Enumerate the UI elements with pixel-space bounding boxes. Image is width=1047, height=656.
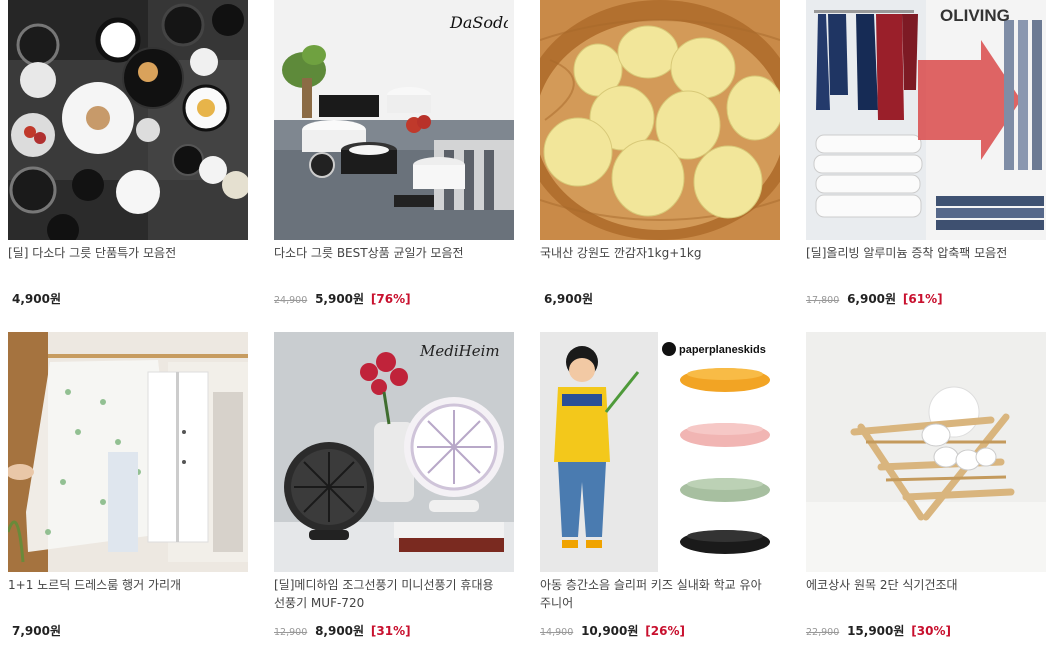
product-card[interactable]: OLIVING [딜]올리빙 알루미늄 증착 압축팩 모음전 17,800 6,… xyxy=(806,0,1046,306)
price-line: 4,900원 xyxy=(8,290,248,307)
paperplaneskids-logo: paperplaneskids xyxy=(662,342,766,356)
sale-price: 6,900원 xyxy=(544,292,593,306)
sale-price: 4,900원 xyxy=(12,292,61,306)
original-price: 12,900 xyxy=(274,627,308,638)
product-image[interactable] xyxy=(8,0,248,240)
original-price: 17,800 xyxy=(806,295,840,306)
discount-rate: [76%] xyxy=(370,292,411,306)
svg-text:OLIVING: OLIVING xyxy=(940,6,1010,25)
svg-text:paperplaneskids: paperplaneskids xyxy=(679,344,766,356)
product-card[interactable]: DaSoda 다소다 그릇 BEST상품 균일가 모음전 24,900 5,90… xyxy=(274,0,514,306)
product-image[interactable] xyxy=(8,332,248,572)
product-card[interactable]: paperplaneskids 아동 층간소음 슬리퍼 키즈 실내화 학교 유아… xyxy=(540,332,780,638)
product-image[interactable] xyxy=(806,332,1046,572)
original-price: 14,900 xyxy=(540,627,574,638)
product-card[interactable]: 국내산 강원도 깐감자1kg+1kg 6,900원 xyxy=(540,0,780,306)
product-card[interactable]: 에코상사 원목 2단 식기건조대 22,900 15,900원 [30%] xyxy=(806,332,1046,638)
product-title[interactable]: [딜] 다소다 그릇 단품특가 모음전 xyxy=(8,244,248,262)
product-title[interactable]: 국내산 강원도 깐감자1kg+1kg xyxy=(540,244,780,262)
sale-price: 5,900원 xyxy=(315,292,365,306)
sale-price: 6,900원 xyxy=(847,292,897,306)
price-line: 14,900 10,900원 [26%] xyxy=(540,622,780,639)
product-title[interactable]: [딜]올리빙 알루미늄 증착 압축팩 모음전 xyxy=(806,244,1046,262)
discount-rate: [30%] xyxy=(911,624,951,638)
product-card[interactable]: [딜] 다소다 그릇 단품특가 모음전 4,900원 xyxy=(8,0,248,306)
product-image[interactable]: DaSoda xyxy=(274,0,514,240)
product-card[interactable]: MediHeim [딜]메디하임 조그선풍기 미니선풍기 휴대용 선풍기 MUF… xyxy=(274,332,514,638)
price-line: 12,900 8,900원 [31%] xyxy=(274,622,514,639)
product-title[interactable]: 아동 층간소음 슬리퍼 키즈 실내화 학교 유아 주니어 xyxy=(540,576,780,612)
price-line: 22,900 15,900원 [30%] xyxy=(806,622,1046,639)
product-image[interactable]: OLIVING xyxy=(806,0,1046,240)
discount-rate: [31%] xyxy=(370,624,411,638)
price-line: 7,900원 xyxy=(8,622,248,639)
price-line: 17,800 6,900원 [61%] xyxy=(806,290,1046,307)
sale-price: 7,900원 xyxy=(12,624,61,638)
product-image[interactable]: MediHeim xyxy=(274,332,514,572)
product-card[interactable]: 1+1 노르딕 드레스룸 행거 가리개 7,900원 xyxy=(8,332,248,638)
discount-rate: [61%] xyxy=(902,292,943,306)
original-price: 22,900 xyxy=(806,627,840,638)
sale-price: 15,900원 xyxy=(847,624,905,638)
svg-text:MediHeim: MediHeim xyxy=(419,342,500,360)
oliving-logo: OLIVING xyxy=(940,6,1010,25)
sale-price: 10,900원 xyxy=(581,624,639,638)
price-line: 6,900원 xyxy=(540,290,780,307)
product-image[interactable] xyxy=(540,0,780,240)
product-title[interactable]: [딜]메디하임 조그선풍기 미니선풍기 휴대용 선풍기 MUF-720 xyxy=(274,576,514,612)
mediheim-logo: MediHeim xyxy=(419,342,500,360)
product-title[interactable]: 다소다 그릇 BEST상품 균일가 모음전 xyxy=(274,244,514,262)
sale-price: 8,900원 xyxy=(315,624,365,638)
original-price: 24,900 xyxy=(274,295,308,306)
product-image[interactable]: paperplaneskids xyxy=(540,332,780,572)
product-title[interactable]: 에코상사 원목 2단 식기건조대 xyxy=(806,576,1046,594)
dasoda-logo: DaSoda xyxy=(449,13,508,32)
svg-text:DaSoda: DaSoda xyxy=(449,13,508,32)
discount-rate: [26%] xyxy=(645,624,685,638)
price-line: 24,900 5,900원 [76%] xyxy=(274,290,514,307)
product-title[interactable]: 1+1 노르딕 드레스룸 행거 가리개 xyxy=(8,576,248,594)
